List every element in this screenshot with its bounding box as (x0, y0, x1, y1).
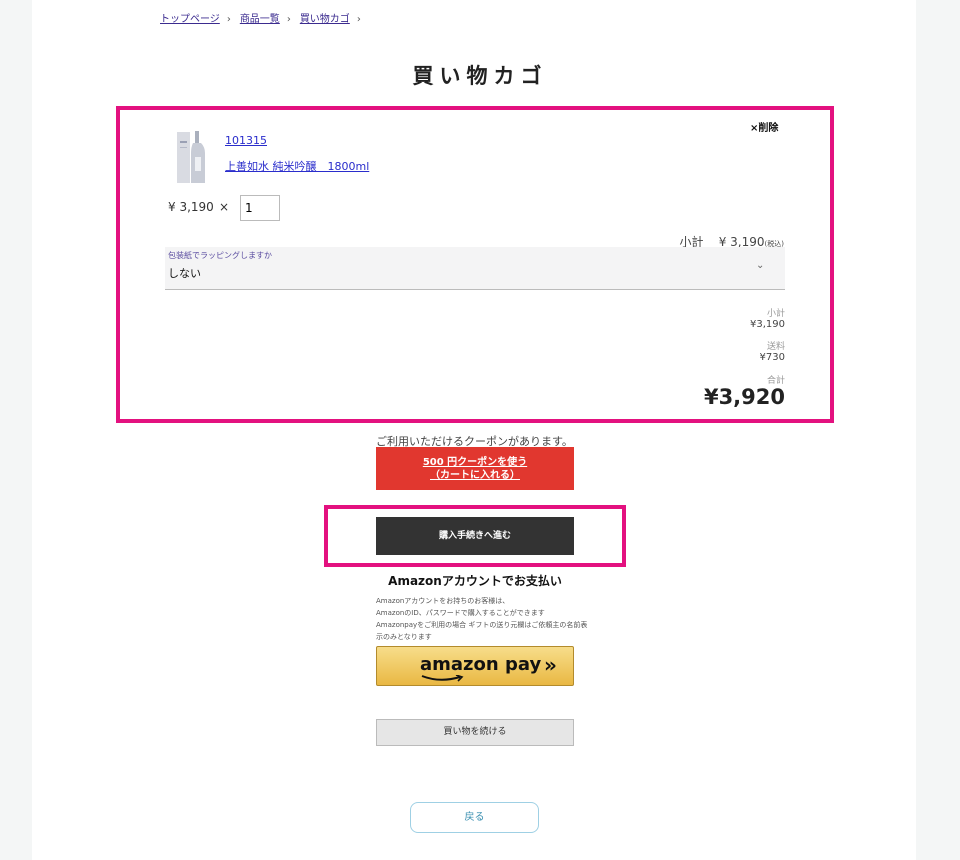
chevron-right-icon: › (286, 14, 291, 25)
amazon-note: Amazonpayをご利用の場合 ギフトの送り元欄はご依頼主の名前表 (376, 621, 588, 629)
wrapping-value: しない (168, 267, 201, 280)
amazon-pay-title: Amazonアカウントでお支払い (388, 574, 562, 588)
subtotal-label: 小計 (766, 309, 785, 319)
amazon-smile-icon (421, 675, 464, 682)
product-image (177, 131, 205, 183)
proceed-to-checkout-button[interactable]: 購入手続きへ進む (376, 517, 574, 555)
page-title: 買い物カゴ (412, 63, 548, 88)
chevron-right-icon: › (356, 14, 361, 25)
coupon-button-line1: 500 円クーポンを使う (422, 457, 528, 468)
coupon-button-line2: （カートに入れる） (430, 470, 520, 481)
delete-button[interactable]: ×削除 (750, 119, 778, 134)
amazon-note: Amazonアカウントをお持ちのお客様は、 (376, 597, 510, 605)
use-coupon-button[interactable]: 500 円クーポンを使う （カートに入れる） (376, 447, 574, 490)
back-button[interactable]: 戻る (410, 802, 539, 833)
quantity-input[interactable] (240, 195, 280, 221)
shipping-label: 送料 (766, 342, 785, 352)
continue-shopping-button[interactable]: 買い物を続ける (376, 719, 574, 746)
unit-price: ¥ 3,190 (168, 200, 214, 214)
chevron-right-icon: › (226, 14, 231, 25)
double-chevron-icon: » (544, 653, 557, 677)
product-code-link[interactable]: 101315 (225, 134, 267, 147)
chevron-down-icon: ⌄ (756, 260, 765, 271)
breadcrumb-top[interactable]: トップページ (160, 14, 220, 25)
wrapping-label: 包装紙でラッピングしますか (168, 251, 272, 260)
amazon-pay-logo: amazon pay (420, 654, 542, 675)
breadcrumb: トップページ › 商品一覧 › 買い物カゴ › (160, 10, 370, 25)
breadcrumb-products[interactable]: 商品一覧 (240, 14, 280, 25)
multiply-sign: × (219, 200, 230, 214)
shipping-value: ¥730 (759, 352, 785, 363)
product-name-link[interactable]: 上善如水 純米吟醸 1800ml (225, 158, 369, 174)
amazon-note: AmazonのID、パスワードで購入することができます (376, 609, 545, 617)
subtotal-value: ¥3,190 (750, 319, 785, 330)
breadcrumb-cart[interactable]: 買い物カゴ (300, 14, 350, 25)
total-value: ¥3,920 (703, 385, 785, 409)
amazon-note: 示のみとなります (376, 633, 432, 641)
